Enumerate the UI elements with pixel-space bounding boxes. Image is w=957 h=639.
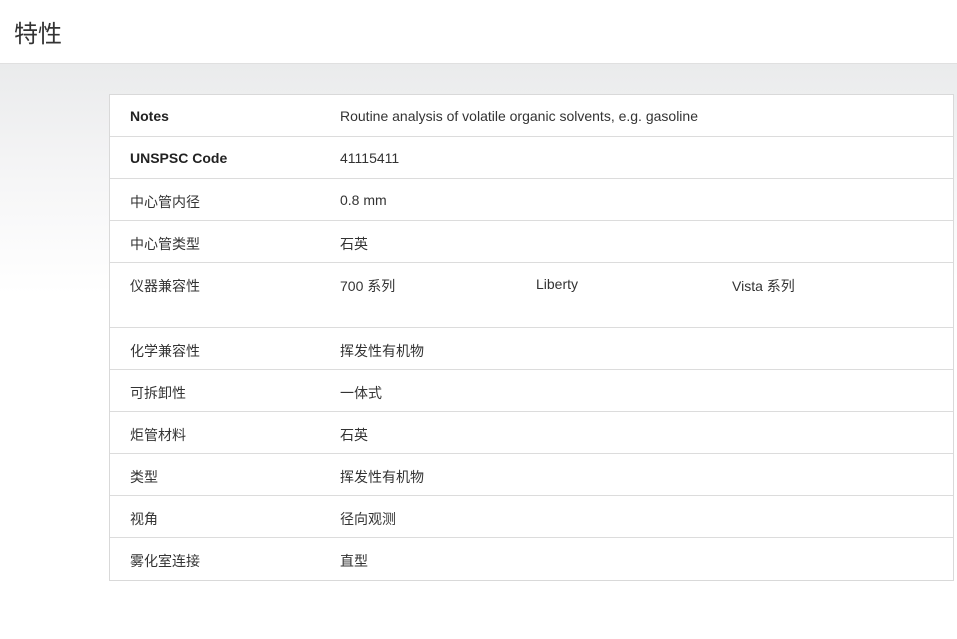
row-value: 石英 bbox=[340, 236, 368, 252]
row-value-2: Liberty bbox=[536, 276, 579, 292]
row-value: 直型 bbox=[340, 553, 368, 569]
page-title: 特性 bbox=[14, 20, 62, 48]
row-value-3: Vista 系列 bbox=[732, 278, 795, 294]
page-header: 特性 bbox=[0, 0, 957, 64]
row-value: 一体式 bbox=[340, 385, 382, 401]
row-value: 挥发性有机物 bbox=[340, 343, 424, 359]
table-row-viewing-mode: 视角 径向观测 bbox=[110, 496, 953, 538]
table-row-spray-chamber-connection: 雾化室连接 直型 bbox=[110, 538, 953, 580]
table-row-demountability: 可拆卸性 一体式 bbox=[110, 370, 953, 412]
table-row-type: 类型 挥发性有机物 bbox=[110, 454, 953, 496]
properties-table: Notes Routine analysis of volatile organ… bbox=[109, 94, 954, 581]
row-label: 化学兼容性 bbox=[130, 343, 200, 359]
row-value: 石英 bbox=[340, 427, 368, 443]
content-area: Notes Routine analysis of volatile organ… bbox=[0, 64, 957, 639]
row-label: UNSPSC Code bbox=[130, 150, 228, 166]
row-value-1: 700 系列 bbox=[340, 278, 396, 294]
row-value: 41115411 bbox=[340, 150, 400, 166]
row-label: 中心管内径 bbox=[130, 194, 200, 210]
row-label: 中心管类型 bbox=[130, 236, 200, 252]
table-row-notes: Notes Routine analysis of volatile organ… bbox=[110, 95, 953, 137]
row-label: 可拆卸性 bbox=[130, 385, 186, 401]
row-label: 类型 bbox=[130, 469, 158, 485]
row-value: 径向观测 bbox=[340, 511, 396, 527]
table-row-center-tube-type: 中心管类型 石英 bbox=[110, 221, 953, 263]
row-value: 0.8 mm bbox=[340, 192, 387, 208]
row-label: 视角 bbox=[130, 511, 158, 527]
row-label: Notes bbox=[130, 108, 169, 124]
row-value: 挥发性有机物 bbox=[340, 469, 424, 485]
table-row-torch-material: 炬管材料 石英 bbox=[110, 412, 953, 454]
row-label: 炬管材料 bbox=[130, 427, 186, 443]
table-row-instrument-compatibility: 仪器兼容性 700 系列 Liberty Vista 系列 bbox=[110, 263, 953, 328]
row-label: 雾化室连接 bbox=[130, 553, 200, 569]
row-value: Routine analysis of volatile organic sol… bbox=[340, 108, 698, 124]
table-row-unspsc-code: UNSPSC Code 41115411 bbox=[110, 137, 953, 179]
row-label: 仪器兼容性 bbox=[130, 278, 200, 294]
table-row-center-tube-id: 中心管内径 0.8 mm bbox=[110, 179, 953, 221]
table-row-chemical-compatibility: 化学兼容性 挥发性有机物 bbox=[110, 328, 953, 370]
